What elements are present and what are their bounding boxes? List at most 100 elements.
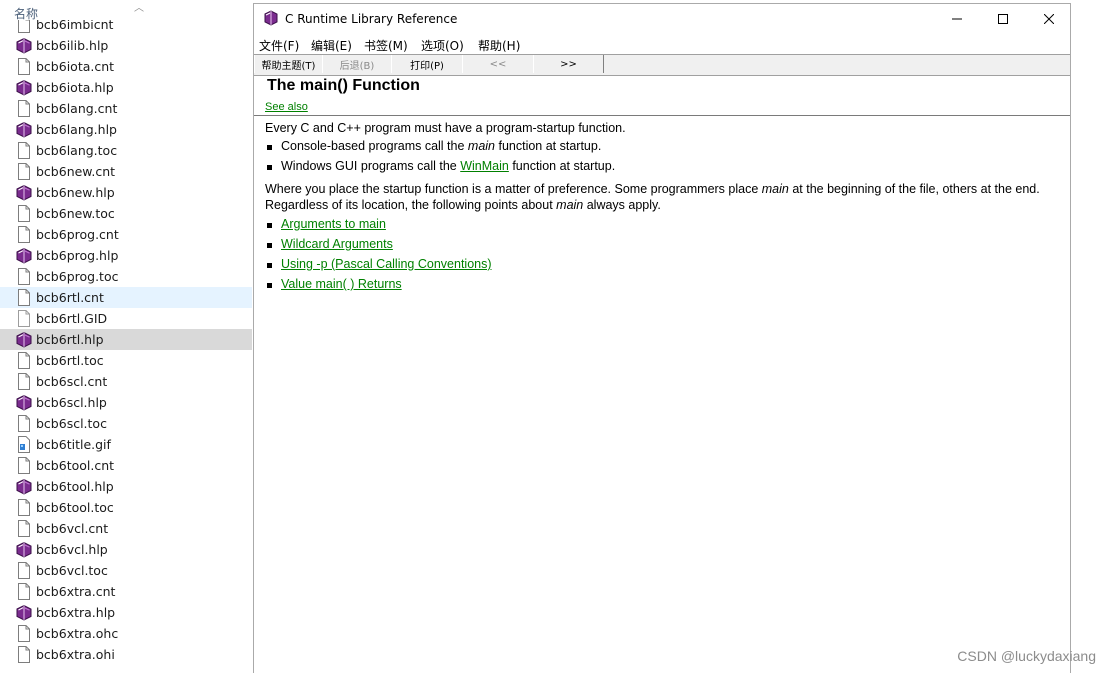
menu-file[interactable]: 文件(F) — [259, 37, 299, 54]
file-row[interactable]: bcb6ilib.hlp — [0, 35, 252, 56]
file-name: bcb6lang.toc — [36, 143, 118, 158]
file-name: bcb6xtra.cnt — [36, 584, 116, 599]
file-row[interactable]: bcb6rtl.cnt — [0, 287, 252, 308]
bullet-icon — [267, 263, 272, 268]
file-row[interactable]: bcb6xtra.ohc — [0, 623, 252, 644]
see-also-link[interactable]: See also — [265, 101, 308, 113]
bullet-icon — [267, 165, 272, 170]
file-row[interactable]: bcb6vcl.cnt — [0, 518, 252, 539]
file-row[interactable]: bcb6rtl.GID — [0, 308, 252, 329]
menu-bookmark[interactable]: 书签(M) — [364, 37, 408, 54]
file-name: bcb6lang.cnt — [36, 101, 118, 116]
file-row[interactable]: bcb6iota.cnt — [0, 56, 252, 77]
minimize-button[interactable] — [934, 4, 980, 34]
file-row[interactable]: bcb6prog.cnt — [0, 224, 252, 245]
file-row[interactable]: bcb6tool.hlp — [0, 476, 252, 497]
help-window: C Runtime Library Reference 文件(F) 编辑(E) … — [253, 3, 1071, 673]
bullet-icon — [267, 283, 272, 288]
text-file-icon — [16, 58, 32, 75]
contents-button[interactable]: 帮助主题(T) — [254, 55, 323, 73]
file-row[interactable]: bcb6new.toc — [0, 203, 252, 224]
file-row[interactable]: bcb6xtra.hlp — [0, 602, 252, 623]
bullet-text: Windows GUI programs call the WinMain fu… — [281, 159, 615, 173]
intro-paragraph: Every C and C++ program must have a prog… — [265, 121, 626, 135]
column-header-name[interactable]: 名称 — [14, 5, 38, 22]
file-name: bcb6prog.toc — [36, 269, 119, 284]
arguments-to-main-link[interactable]: Arguments to main — [281, 217, 386, 231]
maximize-button[interactable] — [980, 4, 1026, 34]
winmain-link[interactable]: WinMain — [460, 159, 509, 173]
emphasis: main — [761, 182, 789, 196]
help-book-icon — [16, 478, 32, 495]
file-row[interactable]: bcb6title.gif — [0, 434, 252, 455]
back-button[interactable]: 后退(B) — [322, 55, 392, 73]
minimize-icon — [952, 18, 962, 20]
file-name: bcb6tool.toc — [36, 500, 114, 515]
text: function at startup. — [508, 159, 616, 173]
file-row[interactable]: bcb6new.cnt — [0, 161, 252, 182]
topic-title: The main() Function — [267, 77, 420, 94]
file-row[interactable]: bcb6vcl.hlp — [0, 539, 252, 560]
value-main-returns-link[interactable]: Value main( ) Returns — [281, 277, 402, 291]
pascal-calling-link[interactable]: Using -p (Pascal Calling Conventions) — [281, 257, 492, 271]
file-row[interactable]: bcb6prog.toc — [0, 266, 252, 287]
file-row[interactable]: bcb6rtl.toc — [0, 350, 252, 371]
file-row[interactable]: bcb6xtra.ohi — [0, 644, 252, 665]
column-header[interactable]: 名称 ︿ — [0, 0, 252, 22]
file-name: bcb6iota.hlp — [36, 80, 114, 95]
emphasis: main — [467, 139, 495, 153]
image-file-icon — [16, 436, 32, 453]
bullet-icon — [267, 145, 272, 150]
file-name: bcb6scl.toc — [36, 416, 107, 431]
help-book-icon — [16, 184, 32, 201]
file-row[interactable]: bcb6scl.hlp — [0, 392, 252, 413]
title-bar[interactable]: C Runtime Library Reference — [254, 4, 1070, 34]
file-name: bcb6rtl.GID — [36, 311, 108, 326]
file-row[interactable]: bcb6tool.toc — [0, 497, 252, 518]
file-row[interactable]: bcb6iota.hlp — [0, 77, 252, 98]
close-button[interactable] — [1026, 4, 1072, 34]
file-name: bcb6xtra.ohi — [36, 647, 115, 662]
menu-help[interactable]: 帮助(H) — [478, 37, 520, 54]
file-row[interactable]: bcb6new.hlp — [0, 182, 252, 203]
file-name: bcb6rtl.hlp — [36, 332, 104, 347]
file-name: bcb6new.cnt — [36, 164, 116, 179]
file-row[interactable]: bcb6lang.toc — [0, 140, 252, 161]
file-name: bcb6scl.cnt — [36, 374, 108, 389]
file-row[interactable]: bcb6tool.cnt — [0, 455, 252, 476]
text-file-icon — [16, 352, 32, 369]
file-row[interactable]: bcb6prog.hlp — [0, 245, 252, 266]
file-row[interactable]: bcb6xtra.cnt — [0, 581, 252, 602]
file-row[interactable]: bcb6rtl.hlp — [0, 329, 252, 350]
wildcard-arguments-link[interactable]: Wildcard Arguments — [281, 237, 393, 251]
help-book-icon — [16, 247, 32, 264]
file-name: bcb6xtra.hlp — [36, 605, 116, 620]
file-name: bcb6vcl.toc — [36, 563, 108, 578]
file-name: bcb6prog.cnt — [36, 227, 119, 242]
prev-topic-button[interactable]: << — [462, 55, 534, 73]
print-button[interactable]: 打印(P) — [391, 55, 463, 73]
text-file-icon — [16, 499, 32, 516]
toolbar: 帮助主题(T) 后退(B) 打印(P) << >> — [254, 54, 1070, 76]
text: function at startup. — [495, 139, 602, 153]
maximize-icon — [998, 14, 1008, 24]
file-row[interactable]: bcb6scl.cnt — [0, 371, 252, 392]
file-row[interactable]: bcb6lang.hlp — [0, 119, 252, 140]
next-topic-button[interactable]: >> — [533, 55, 604, 73]
menu-edit[interactable]: 编辑(E) — [311, 37, 352, 54]
file-name: bcb6vcl.cnt — [36, 521, 109, 536]
file-name: bcb6new.hlp — [36, 185, 115, 200]
file-name: bcb6prog.hlp — [36, 248, 119, 263]
menu-options[interactable]: 选项(O) — [421, 37, 464, 54]
file-row[interactable]: bcb6scl.toc — [0, 413, 252, 434]
text-file-icon — [16, 520, 32, 537]
text-file-icon — [16, 625, 32, 642]
help-book-icon — [263, 10, 279, 26]
location-paragraph: Where you place the startup function is … — [265, 181, 1055, 213]
file-row[interactable]: bcb6vcl.toc — [0, 560, 252, 581]
emphasis: main — [556, 198, 584, 212]
file-name: bcb6tool.hlp — [36, 479, 114, 494]
text: Console-based programs call the — [281, 139, 468, 153]
help-book-icon — [16, 604, 32, 621]
file-row[interactable]: bcb6lang.cnt — [0, 98, 252, 119]
